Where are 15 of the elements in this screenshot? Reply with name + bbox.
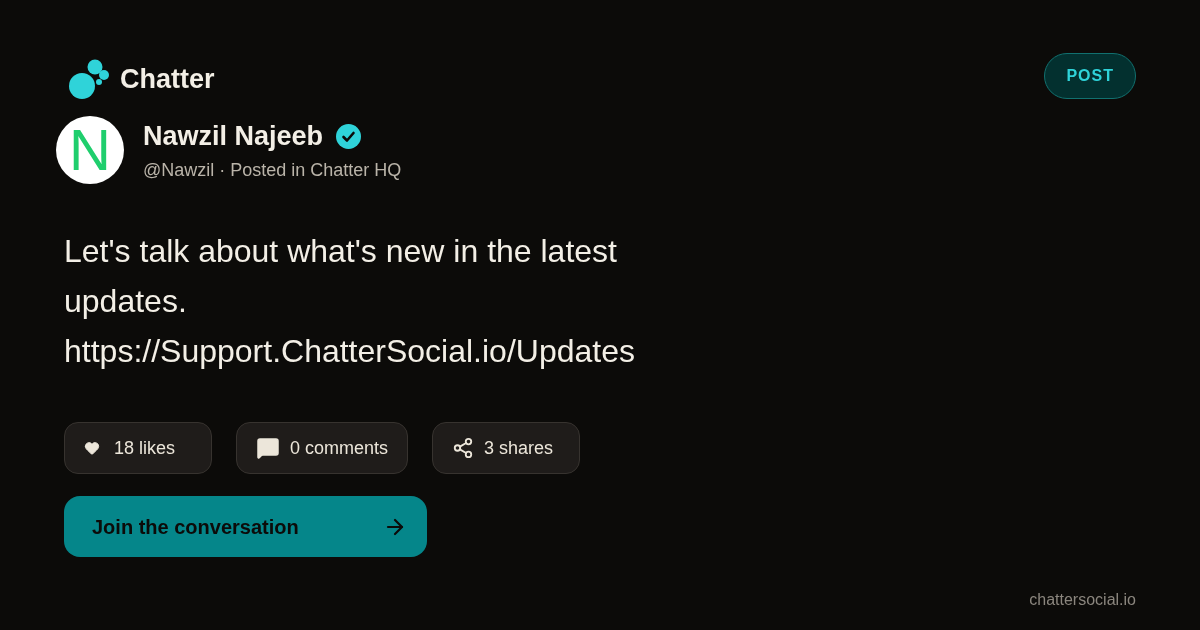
author-name: Nawzil Najeeb bbox=[143, 120, 324, 153]
heart-icon bbox=[84, 440, 100, 456]
avatar: N bbox=[56, 116, 124, 184]
speech-bubble-icon bbox=[256, 436, 280, 460]
shares-button[interactable]: 3 shares bbox=[432, 422, 581, 474]
share-icon bbox=[452, 437, 475, 459]
post-badge: POST bbox=[1044, 53, 1136, 99]
brand-name: Chatter bbox=[120, 65, 215, 93]
bubbles-logo-icon bbox=[68, 58, 110, 100]
likes-button[interactable]: 18 likes bbox=[64, 422, 212, 474]
comments-button[interactable]: 0 comments bbox=[236, 422, 409, 474]
post-text: Let's talk about what's new in the latest updates. https://Support.ChatterSocial.io/Updates bbox=[64, 232, 636, 371]
join-conversation-button[interactable]: Join the conversation bbox=[64, 496, 427, 557]
footer-domain: chattersocial.io bbox=[1029, 590, 1136, 610]
author-meta: @Nawzil · Posted in Chatter HQ bbox=[143, 159, 402, 181]
